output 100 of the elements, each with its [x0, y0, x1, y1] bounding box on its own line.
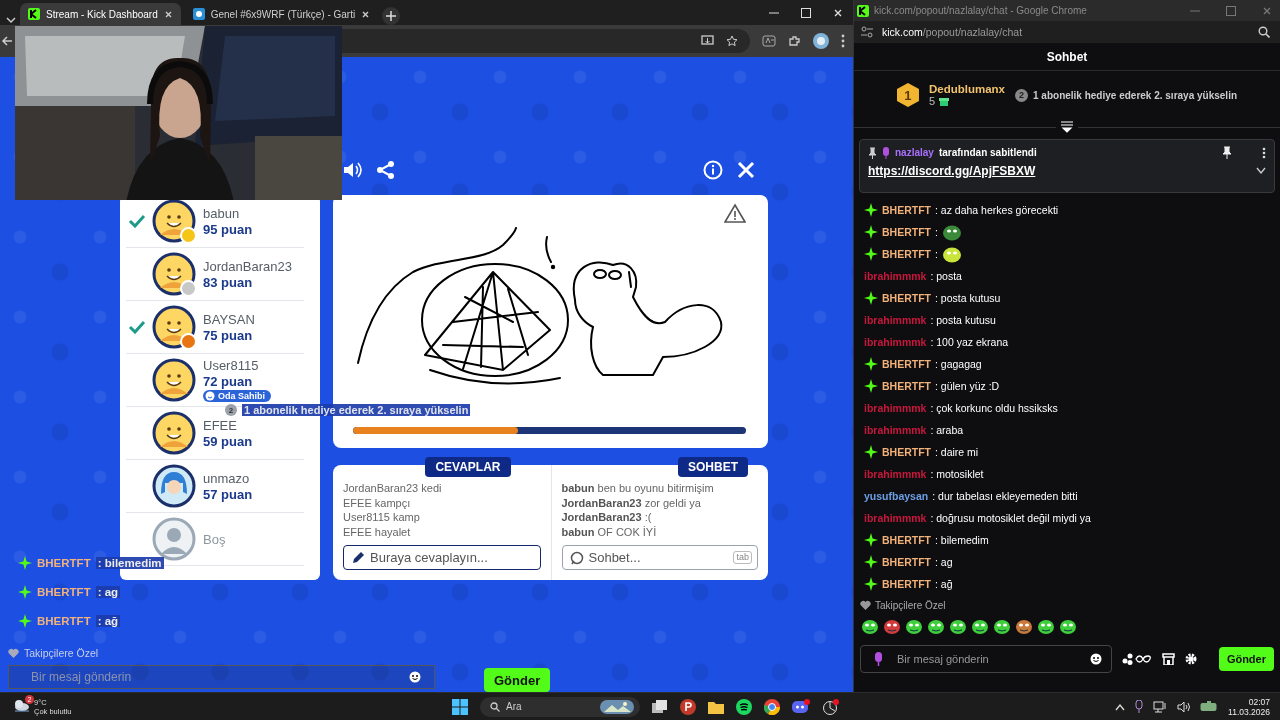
chevron-down-icon[interactable]: [6, 15, 16, 25]
player-name: unmazo: [203, 470, 251, 486]
gift-icon: [939, 96, 950, 106]
emote-icon[interactable]: [927, 617, 945, 635]
cloud-icon[interactable]: [12, 697, 30, 712]
discord-link[interactable]: https://discord.gg/ApjFSBXW: [868, 164, 1036, 178]
puzzle-icon[interactable]: [788, 34, 801, 48]
avatar-icon: [152, 199, 196, 243]
clock-date[interactable]: 11.03.2026: [1228, 706, 1270, 717]
chat-app-icon[interactable]: [792, 698, 810, 715]
answer-line: JordanBaran23 kedi: [343, 481, 443, 496]
collapse-icon[interactable]: [1060, 121, 1074, 133]
emote-icon[interactable]: [1037, 617, 1055, 635]
emote-icon[interactable]: [993, 617, 1011, 635]
answers-tab[interactable]: CEVAPLAR: [425, 457, 511, 477]
menu-icon[interactable]: [841, 34, 845, 48]
recorder-icon[interactable]: [822, 698, 840, 715]
empty-slot-label: Boş: [203, 531, 226, 547]
emote-icon[interactable]: [883, 617, 901, 635]
chat-username: BHERTFT: [882, 446, 931, 458]
battery-icon[interactable]: [1200, 701, 1219, 712]
emote-icon[interactable]: [971, 617, 989, 635]
kebab-menu-icon[interactable]: [1262, 146, 1266, 159]
emoji-icon[interactable]: [1090, 653, 1102, 665]
chat-username: BHERTFT: [882, 358, 931, 370]
chat-message: : 100 yaz ekrana: [930, 336, 1009, 348]
chat-message: : ağ: [95, 615, 121, 627]
message-field[interactable]: Bir mesaj gönderin: [860, 645, 1112, 673]
chat-message: : ağ: [935, 578, 953, 590]
answer-field[interactable]: Buraya cevaplayın...: [343, 545, 541, 570]
back-arrow-icon[interactable]: [1, 35, 13, 47]
chat-username: BHERTFT: [882, 380, 931, 392]
install-icon[interactable]: [701, 35, 714, 47]
chat-message: : az daha herkes görecekti: [935, 204, 1059, 216]
warning-icon[interactable]: [724, 203, 746, 223]
chat-username: BHERTFT: [882, 204, 931, 216]
task-view-icon[interactable]: [652, 699, 668, 714]
send-button[interactable]: Gönder: [484, 668, 551, 692]
chat-username: ibrahimmmk: [864, 270, 927, 282]
speaker-icon[interactable]: [342, 161, 362, 179]
rank-badge: 1: [896, 83, 919, 107]
close-icon[interactable]: [163, 9, 173, 19]
info-icon[interactable]: [703, 160, 723, 180]
window-title: kick.com/popout/nazlalay/chat - Google Chrome: [874, 5, 1087, 16]
emote-icon[interactable]: [1015, 617, 1033, 635]
emote-icon[interactable]: [1059, 617, 1077, 635]
avatar-icon: [152, 411, 196, 455]
emoji-icon[interactable]: [409, 671, 421, 683]
answer-line: EFEE hayalet: [343, 524, 412, 539]
profile-avatar-icon[interactable]: [813, 33, 829, 49]
settings-icon[interactable]: [1185, 653, 1197, 665]
app-icon[interactable]: [680, 698, 696, 715]
chat-username: ibrahimmmk: [864, 424, 927, 436]
chat-line: JordanBaran23 :(: [561, 510, 653, 525]
chevron-up-icon[interactable]: [1115, 702, 1126, 711]
browser-icon[interactable]: [764, 698, 780, 715]
music-app-icon[interactable]: [736, 698, 752, 715]
store-icon[interactable]: [1162, 653, 1175, 665]
emote-section-label: Takipçilere Özel: [875, 599, 946, 611]
heart-icon: [8, 648, 19, 658]
bits-infinity-icon[interactable]: [1122, 653, 1152, 665]
chat-username: ibrahimmmk: [864, 468, 927, 480]
chevron-down-icon[interactable]: [1256, 167, 1266, 175]
clock-time[interactable]: 02:07: [1248, 696, 1270, 707]
network-icon[interactable]: [1153, 700, 1168, 713]
address-url[interactable]: kick.com/popout/nazlalay/chat: [882, 26, 1023, 38]
emote-icon[interactable]: [861, 617, 879, 635]
player-score: 57 puan: [203, 486, 253, 502]
browser-tab[interactable]: Stream - Kick Dashboard: [20, 3, 181, 25]
emote-icon[interactable]: [949, 617, 967, 635]
pin-icon[interactable]: [1222, 146, 1232, 159]
chat-username: ibrahimmmk: [864, 314, 927, 326]
microphone-icon[interactable]: [1135, 700, 1144, 713]
taskbar-search[interactable]: Ara: [480, 696, 640, 717]
volume-icon[interactable]: [1177, 700, 1191, 713]
close-icon[interactable]: [361, 9, 371, 19]
pinned-label: tarafından sabitlendi: [938, 147, 1037, 158]
emote-icon: [941, 245, 962, 263]
chat-message: : daire mi: [935, 446, 979, 458]
windows-logo-icon[interactable]: [452, 698, 468, 715]
avatar-icon: [152, 464, 196, 508]
message-field[interactable]: Bir mesaj gönderin: [8, 665, 435, 689]
zoom-icon[interactable]: [1258, 26, 1270, 38]
chat-message: : doğrusu motosiklet değil miydi ya: [930, 512, 1091, 524]
landscape-icon: [600, 699, 634, 714]
emote-icon[interactable]: [905, 617, 923, 635]
chat-line: babun ben bu oyunu bitirmişim: [561, 481, 715, 496]
folder-icon[interactable]: [708, 699, 724, 714]
room-owner-badge: Oda Sahibi: [203, 390, 271, 402]
site-settings-icon[interactable]: [860, 26, 874, 38]
chat-tab[interactable]: SOHBET: [678, 457, 748, 477]
new-tab-icon[interactable]: [382, 7, 401, 25]
chat-header-title: Sohbet: [854, 43, 1280, 71]
heart-icon: [860, 600, 871, 610]
chat-message: : posta kutusu: [935, 292, 1001, 304]
translate-icon[interactable]: [762, 35, 776, 47]
send-button[interactable]: Gönder: [1218, 647, 1274, 671]
chat-username: ibrahimmmk: [864, 402, 927, 414]
star-icon[interactable]: [726, 35, 738, 47]
share-icon[interactable]: [376, 160, 396, 180]
